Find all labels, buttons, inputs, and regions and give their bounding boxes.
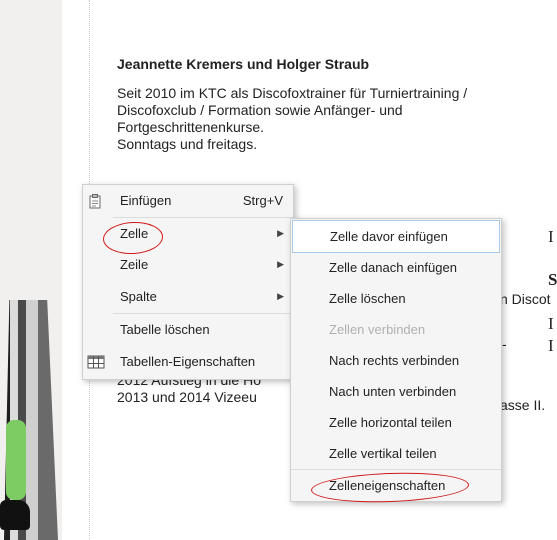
background-photo: [0, 0, 62, 540]
menu-item-label: Zelle vertikal teilen: [329, 446, 437, 461]
page-content: Jeannette Kremers und Holger Straub Seit…: [117, 56, 557, 153]
paragraph-line: Fortgeschrittenenkurse.: [117, 119, 265, 135]
page-title: Jeannette Kremers und Holger Straub: [117, 56, 370, 72]
submenu-arrow-icon: ▶: [277, 228, 284, 238]
paragraph-line: Seit 2010 im KTC als Discofoxtrainer für…: [117, 85, 468, 101]
submenu-item-merge-down[interactable]: Nach unten verbinden: [292, 376, 500, 407]
context-menu: Einfügen Strg+V Zelle ▶ Zeile ▶ Spalte ▶…: [82, 184, 294, 380]
menu-item-row[interactable]: Zeile ▶: [83, 249, 293, 280]
table-icon: [87, 354, 105, 370]
menu-item-label: Zelle horizontal teilen: [329, 415, 452, 430]
submenu-item-delete-cell[interactable]: Zelle löschen: [292, 283, 500, 314]
menu-item-label: Nach rechts verbinden: [329, 353, 460, 368]
menu-item-label: Tabelle löschen: [120, 322, 210, 337]
hidden-text-fragment: I: [548, 227, 554, 246]
photo-green-accent: [6, 420, 26, 500]
submenu-item-split-horizontal[interactable]: Zelle horizontal teilen: [292, 407, 500, 438]
menu-item-label: Zelle danach einfügen: [329, 260, 457, 275]
submenu-item-split-vertical[interactable]: Zelle vertikal teilen: [292, 438, 500, 469]
submenu-arrow-icon: ▶: [277, 291, 284, 301]
photo-shoe: [0, 500, 30, 530]
submenu-item-insert-cell-after[interactable]: Zelle danach einfügen: [292, 252, 500, 283]
submenu-item-insert-cell-before[interactable]: Zelle davor einfügen: [292, 220, 500, 253]
menu-item-table-properties[interactable]: Tabellen-Eigenschaften: [83, 346, 293, 377]
menu-item-paste[interactable]: Einfügen Strg+V: [83, 185, 293, 216]
shortcut-label: Strg+V: [242, 193, 283, 208]
cell-submenu: Zelle davor einfügen Zelle danach einfüg…: [290, 218, 502, 502]
hidden-text-fragment: I: [548, 314, 554, 333]
menu-item-label: Zelle löschen: [329, 291, 406, 306]
submenu-arrow-icon: ▶: [277, 259, 284, 269]
submenu-item-merge-cells: Zellen verbinden: [292, 314, 500, 345]
hidden-text-line: 2013 und 2014 Vizeeu: [117, 389, 257, 405]
menu-item-label: Zellen verbinden: [329, 322, 426, 337]
menu-item-label: Einfügen: [120, 193, 172, 208]
hidden-text-fragment: -: [502, 336, 507, 352]
menu-item-column[interactable]: Spalte ▶: [83, 281, 293, 312]
hidden-text-fragment: I: [548, 336, 554, 355]
menu-item-delete-table[interactable]: Tabelle löschen: [83, 314, 293, 345]
menu-item-label: Zeile: [120, 257, 149, 272]
menu-item-label: Spalte: [120, 289, 157, 304]
submenu-item-merge-right[interactable]: Nach rechts verbinden: [292, 345, 500, 376]
hidden-text-fragment: S: [548, 270, 557, 289]
menu-item-label: Tabellen-Eigenschaften: [120, 354, 256, 369]
clipboard-icon: [87, 193, 103, 209]
menu-item-label: Nach unten verbinden: [329, 384, 457, 399]
paragraph-line: Sonntags und freitags.: [117, 136, 258, 152]
paragraph-line: Discofoxclub / Formation sowie Anfänger-…: [117, 102, 403, 118]
intro-paragraph: Seit 2010 im KTC als Discofoxtrainer für…: [117, 85, 557, 153]
hidden-text-fragment: asse II.: [500, 397, 546, 413]
menu-item-label: Zelle davor einfügen: [330, 229, 448, 244]
hidden-text-fragment: n Discot: [500, 291, 551, 307]
